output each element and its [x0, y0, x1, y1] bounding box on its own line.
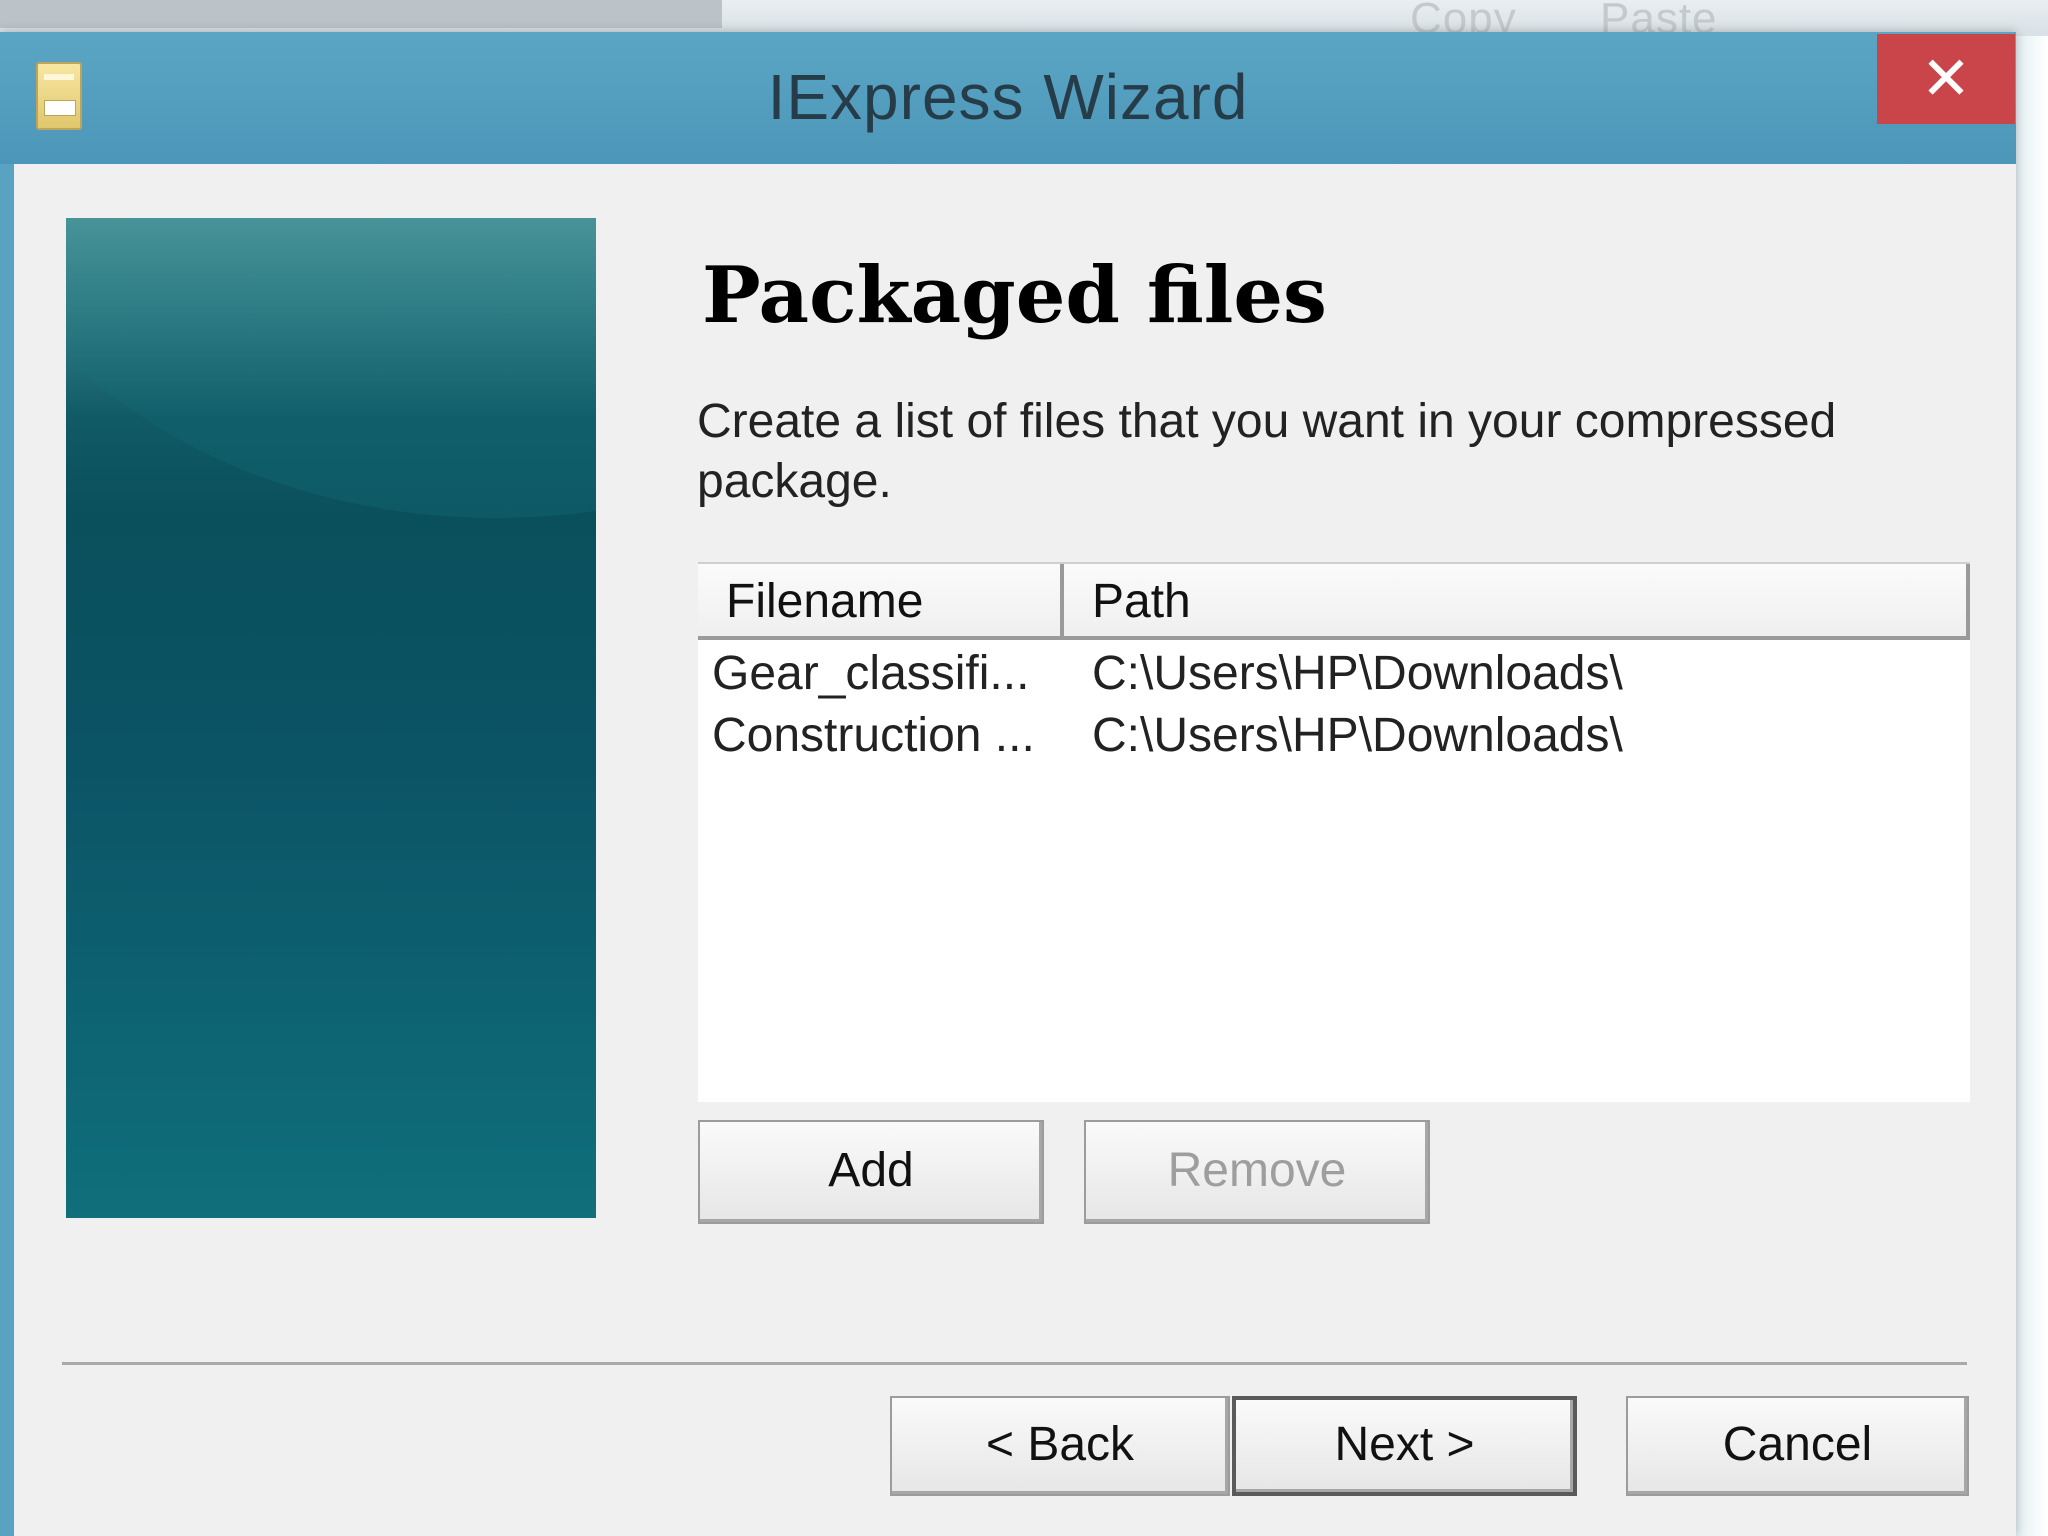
footer-separator	[62, 1362, 1967, 1365]
cell-filename: Gear_classifi...	[712, 647, 1030, 700]
page-description: Create a list of files that you want in …	[697, 395, 1837, 508]
column-header-path-label: Path	[1092, 575, 1191, 628]
page-title: Packaged files	[702, 250, 1327, 341]
column-header-filename-label: Filename	[726, 575, 924, 628]
window-title: IExpress Wizard	[767, 61, 1249, 133]
banner-glow	[66, 218, 596, 418]
cancel-button[interactable]: Cancel	[1626, 1396, 1969, 1496]
cell-filename: Construction ...	[712, 709, 1035, 762]
iexpress-wizard-dialog: IExpress Wizard ✕ Packaged files Create …	[0, 32, 2016, 1536]
cell-path: C:\Users\HP\Downloads\	[1092, 647, 1623, 700]
wizard-side-banner	[66, 218, 596, 1218]
packaged-files-list[interactable]: Filename Path Gear_classifi... C:\Users\…	[698, 562, 1970, 1102]
list-row[interactable]: Construction ... C:\Users\HP\Downloads\	[698, 708, 1970, 770]
list-header: Filename Path	[698, 562, 1970, 640]
add-button[interactable]: Add	[698, 1120, 1044, 1224]
background-toolbar-strip	[0, 0, 722, 28]
column-header-filename[interactable]: Filename	[698, 564, 1064, 636]
cell-path: C:\Users\HP\Downloads\	[1092, 709, 1623, 762]
back-button[interactable]: < Back	[890, 1396, 1230, 1496]
next-button[interactable]: Next >	[1232, 1396, 1577, 1496]
remove-button[interactable]: Remove	[1084, 1120, 1430, 1224]
screen: Copy Paste IExpress Wizard ✕ Packaged fi…	[0, 0, 2048, 1536]
window-frame-left	[0, 164, 14, 1536]
title-bar[interactable]: IExpress Wizard ✕	[0, 32, 2016, 164]
list-row[interactable]: Gear_classifi... C:\Users\HP\Downloads\	[698, 646, 1970, 708]
close-button[interactable]: ✕	[1877, 34, 2015, 124]
background-right-edge	[2016, 36, 2048, 1536]
column-header-path[interactable]: Path	[1064, 564, 1970, 636]
